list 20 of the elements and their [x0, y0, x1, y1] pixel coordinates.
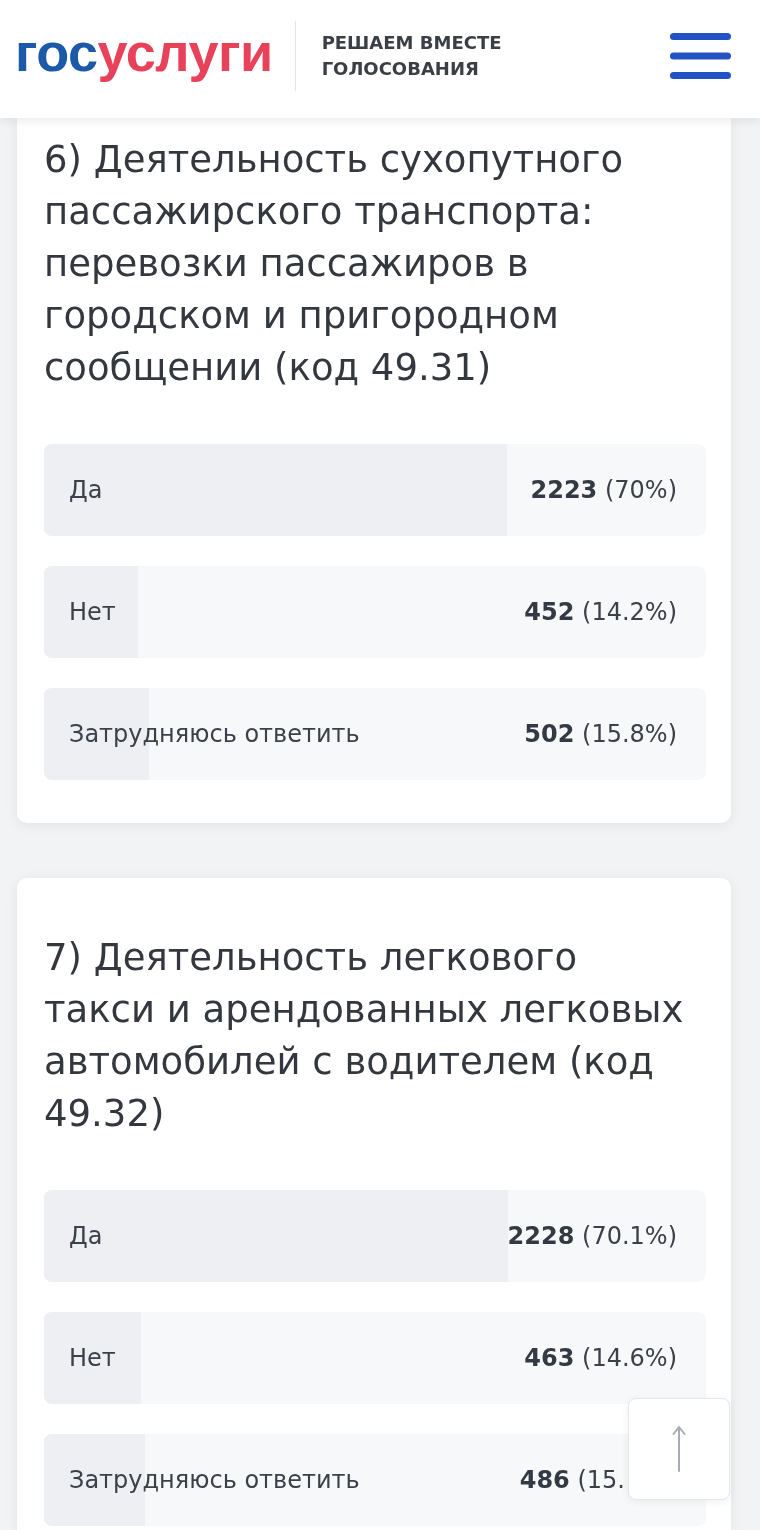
vote-result: 2228 (70.1%): [507, 1222, 677, 1250]
answer-label: Да: [69, 476, 103, 504]
vote-result: 486 (15.: [519, 1466, 625, 1494]
vote-result: 463 (14.6%): [524, 1344, 677, 1372]
header-title-line: РЕШАЕМ ВМЕСТЕ: [321, 31, 503, 55]
vote-result: 2223 (70%): [530, 476, 677, 504]
vote-result: 452 (14.2%): [524, 598, 677, 626]
answer-label: Нет: [69, 598, 116, 626]
answer-label: Затрудняюсь ответить: [69, 1466, 360, 1494]
answer-label: Затрудняюсь ответить: [69, 720, 360, 748]
vote-result: 502 (15.8%): [524, 720, 677, 748]
question-title: 6) Деятельность сухопутного пассажирского транспорта: перевозки пассажиров в городском и пригородном сообщении (код 49.31): [44, 137, 625, 391]
question-title: 7) Деятельность легкового такси и арендованных легковых автомобилей с водителем (код 49.32): [44, 935, 685, 1137]
header-title-line: ГОЛОСОВАНИЯ: [321, 57, 480, 81]
answer-label: Да: [69, 1222, 103, 1250]
menu-icon: [670, 33, 731, 79]
arrow-up-icon: [672, 1426, 686, 1472]
answer-label: Нет: [69, 1344, 116, 1372]
logo[interactable]: госуслуги: [15, 25, 273, 87]
menu-button[interactable]: [670, 33, 731, 79]
